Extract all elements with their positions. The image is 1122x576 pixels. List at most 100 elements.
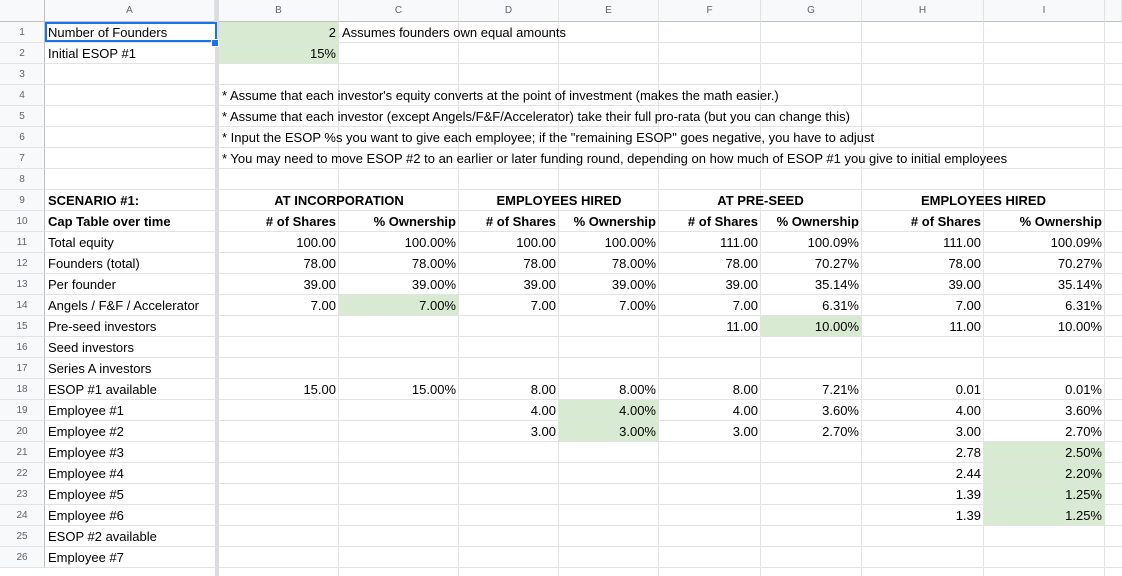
row-header-10[interactable]: 10 xyxy=(0,211,45,232)
spreadsheet-grid[interactable]: ABCDEFGHI 1 2 3 4 5 6 7 8 9 10 11 12 13 14 15 16 17 18 19 2… xyxy=(0,0,1122,576)
table-cell[interactable]: 3.00% xyxy=(559,421,659,441)
cell-B6-note[interactable]: * Input the ESOP %s you want to give eac… xyxy=(219,127,1099,147)
column-header-B[interactable]: B xyxy=(219,0,339,22)
row-header-1[interactable]: 1 xyxy=(0,22,45,43)
table-cell[interactable] xyxy=(659,358,761,378)
table-cell[interactable]: 6.31% xyxy=(761,295,862,315)
column-header-G[interactable]: G xyxy=(761,0,862,22)
table-cell[interactable]: 4.00 xyxy=(459,400,559,420)
table-cell[interactable] xyxy=(339,442,459,462)
table-cell[interactable]: 4.00% xyxy=(559,400,659,420)
table-cell[interactable]: 6.31% xyxy=(984,295,1105,315)
table-cell[interactable]: 3.60% xyxy=(761,400,862,420)
row-header-2[interactable]: 2 xyxy=(0,43,45,64)
table-cell[interactable]: 2.50% xyxy=(984,442,1105,462)
table-cell[interactable]: 78.00 xyxy=(219,253,339,273)
cell-B1[interactable]: 2 xyxy=(219,22,339,42)
table-cell[interactable] xyxy=(559,358,659,378)
table-cell[interactable] xyxy=(659,505,761,525)
row-label[interactable]: Employee #3 xyxy=(45,442,215,462)
row-header-8[interactable]: 8 xyxy=(0,169,45,190)
table-cell[interactable] xyxy=(659,337,761,357)
table-cell[interactable]: 1.39 xyxy=(862,505,984,525)
table-cell[interactable] xyxy=(862,526,984,546)
cell-B4-note[interactable]: * Assume that each investor's equity con… xyxy=(219,85,1099,105)
table-cell[interactable]: 0.01 xyxy=(862,379,984,399)
column-header-D[interactable]: D xyxy=(459,0,559,22)
stage-header-employees-hired-2[interactable]: EMPLOYEES HIRED xyxy=(862,190,1105,210)
table-cell[interactable] xyxy=(559,442,659,462)
table-cell[interactable]: 7.00 xyxy=(862,295,984,315)
table-cell[interactable] xyxy=(459,526,559,546)
table-cell[interactable]: 15.00% xyxy=(339,379,459,399)
table-cell[interactable]: 78.00 xyxy=(862,253,984,273)
table-cell[interactable] xyxy=(761,463,862,483)
row-header-7[interactable]: 7 xyxy=(0,148,45,169)
table-cell[interactable] xyxy=(659,547,761,567)
shares-header-H[interactable]: # of Shares xyxy=(862,211,984,231)
row-header-26[interactable]: 26 xyxy=(0,547,45,568)
row-header-4[interactable]: 4 xyxy=(0,85,45,106)
stage-header-employees-hired-1[interactable]: EMPLOYEES HIRED xyxy=(459,190,659,210)
table-cell[interactable] xyxy=(459,337,559,357)
table-cell[interactable] xyxy=(559,316,659,336)
table-cell[interactable] xyxy=(761,505,862,525)
table-cell[interactable]: 39.00 xyxy=(219,274,339,294)
row-label[interactable]: Founders (total) xyxy=(45,253,215,273)
row-header-6[interactable]: 6 xyxy=(0,127,45,148)
table-cell[interactable] xyxy=(659,442,761,462)
table-cell[interactable] xyxy=(459,358,559,378)
select-all-corner[interactable] xyxy=(0,0,45,22)
table-cell[interactable]: 10.00% xyxy=(761,316,862,336)
table-cell[interactable]: 3.00 xyxy=(862,421,984,441)
table-cell[interactable]: 111.00 xyxy=(862,232,984,252)
table-cell[interactable]: 100.00% xyxy=(559,232,659,252)
row-label[interactable]: ESOP #1 available xyxy=(45,379,215,399)
row-header-24[interactable]: 24 xyxy=(0,505,45,526)
table-cell[interactable] xyxy=(219,547,339,567)
column-header-I[interactable]: I xyxy=(984,0,1105,22)
table-cell[interactable]: 3.00 xyxy=(459,421,559,441)
table-cell[interactable]: 4.00 xyxy=(862,400,984,420)
table-cell[interactable]: 100.09% xyxy=(761,232,862,252)
cell-B5-note[interactable]: * Assume that each investor (except Ange… xyxy=(219,106,1099,126)
table-cell[interactable] xyxy=(219,337,339,357)
row-header-21[interactable]: 21 xyxy=(0,442,45,463)
stage-header-incorporation[interactable]: AT INCORPORATION xyxy=(219,190,459,210)
table-cell[interactable]: 1.25% xyxy=(984,484,1105,504)
row-header-13[interactable]: 13 xyxy=(0,274,45,295)
table-cell[interactable] xyxy=(219,400,339,420)
row-label[interactable]: Employee #1 xyxy=(45,400,215,420)
table-cell[interactable] xyxy=(219,484,339,504)
table-cell[interactable] xyxy=(459,442,559,462)
scenario-title[interactable]: SCENARIO #1: xyxy=(45,190,215,210)
table-cell[interactable]: 8.00% xyxy=(559,379,659,399)
row-header-20[interactable]: 20 xyxy=(0,421,45,442)
table-cell[interactable] xyxy=(459,505,559,525)
table-cell[interactable]: 2.78 xyxy=(862,442,984,462)
row-label[interactable]: Seed investors xyxy=(45,337,215,357)
row-header-22[interactable]: 22 xyxy=(0,463,45,484)
table-cell[interactable]: 8.00 xyxy=(659,379,761,399)
column-header-A[interactable]: A xyxy=(45,0,215,22)
table-cell[interactable] xyxy=(984,358,1105,378)
table-cell[interactable]: 10.00% xyxy=(984,316,1105,336)
table-cell[interactable]: 4.00 xyxy=(659,400,761,420)
row-header-9[interactable]: 9 xyxy=(0,190,45,211)
table-cell[interactable]: 2.44 xyxy=(862,463,984,483)
table-cell[interactable]: 78.00% xyxy=(339,253,459,273)
table-cell[interactable] xyxy=(339,337,459,357)
row-header-25[interactable]: 25 xyxy=(0,526,45,547)
table-cell[interactable] xyxy=(219,442,339,462)
table-cell[interactable]: 15.00 xyxy=(219,379,339,399)
cell-B2[interactable]: 15% xyxy=(219,43,339,63)
table-cell[interactable] xyxy=(219,463,339,483)
row-label[interactable]: Employee #2 xyxy=(45,421,215,441)
table-cell[interactable]: 78.00% xyxy=(559,253,659,273)
row-label[interactable]: Employee #6 xyxy=(45,505,215,525)
table-cell[interactable] xyxy=(219,358,339,378)
row-label[interactable]: Employee #7 xyxy=(45,547,215,567)
row-label[interactable]: Employee #5 xyxy=(45,484,215,504)
table-cell[interactable]: 35.14% xyxy=(761,274,862,294)
scenario-subtitle[interactable]: Cap Table over time xyxy=(45,211,215,231)
